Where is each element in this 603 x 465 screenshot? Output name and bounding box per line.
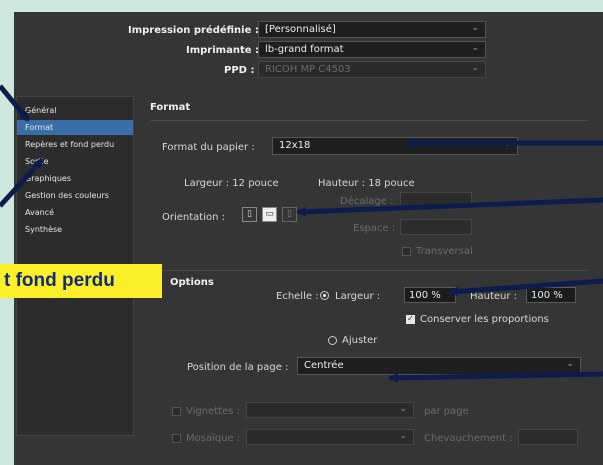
annotation-arrows bbox=[0, 84, 603, 383]
arrow-to-marks-item bbox=[0, 158, 44, 208]
arrow-to-format-item bbox=[0, 84, 30, 122]
arrow-to-orientation bbox=[296, 197, 603, 217]
screenshot-stage: Impression prédéfinie : [Personnalisé] ⌄… bbox=[0, 0, 603, 465]
arrow-to-page-position bbox=[388, 371, 603, 383]
arrow-to-scale-width bbox=[448, 278, 603, 297]
